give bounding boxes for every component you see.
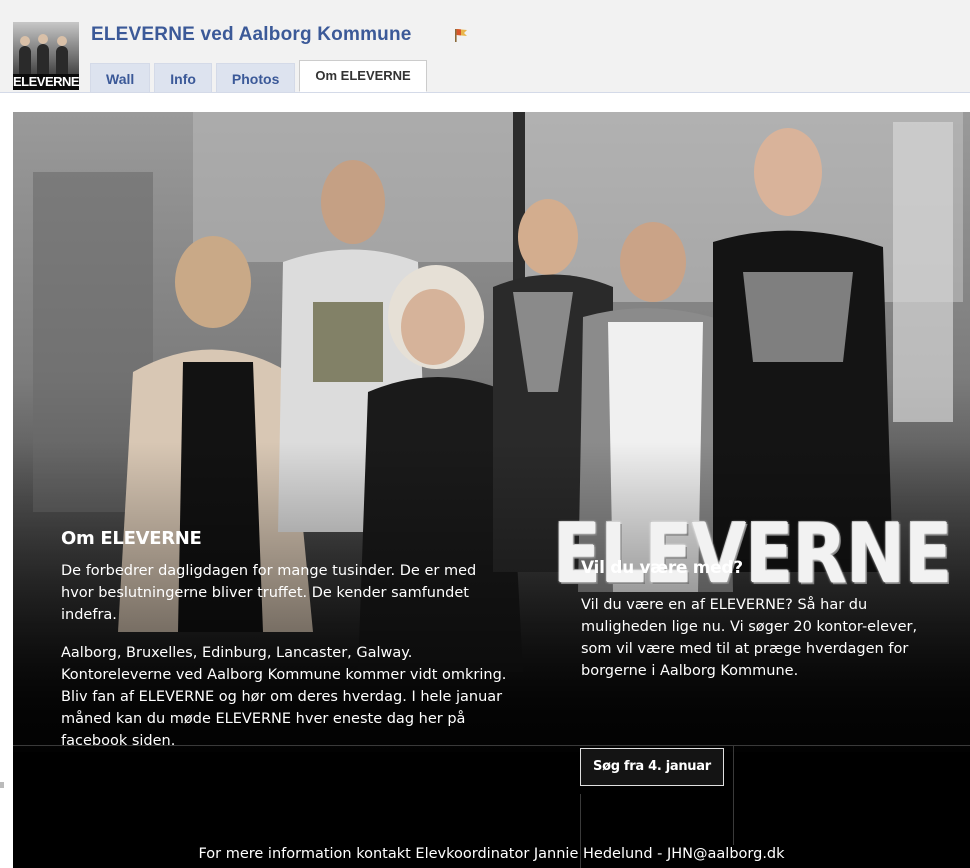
join-title: Vil du være med?	[581, 558, 743, 578]
page-header: ELEVERNE ELEVERNE ved Aalborg Kommune Wa…	[0, 0, 970, 93]
profile-figure	[19, 36, 31, 76]
facebook-page: ELEVERNE ELEVERNE ved Aalborg Kommune Wa…	[0, 0, 970, 868]
page-tabs: Wall Info Photos Om ELEVERNE	[90, 60, 431, 92]
contact-info[interactable]: For mere information kontakt Elevkoordin…	[13, 846, 970, 862]
profile-figure	[56, 36, 68, 76]
join-text: Vil du være en af ELEVERNE? Så har du mu…	[581, 597, 918, 679]
group-photo	[13, 112, 970, 868]
divider-line	[13, 745, 970, 746]
about-paragraph-2: Aalborg, Bruxelles, Edinburg, Lancaster,…	[61, 645, 507, 749]
tab-photos[interactable]: Photos	[215, 63, 296, 92]
tab-info[interactable]: Info	[154, 63, 212, 92]
edge-marker	[0, 782, 4, 788]
page-title[interactable]: ELEVERNE ved Aalborg Kommune	[91, 22, 412, 48]
profile-picture[interactable]: ELEVERNE	[13, 22, 79, 90]
tab-om-eleverne[interactable]: Om ELEVERNE	[299, 60, 427, 92]
about-paragraph-1: De forbedrer dagligdagen for mange tusin…	[61, 563, 477, 623]
divider-line	[733, 745, 734, 845]
profile-logo-text: ELEVERNE	[13, 74, 79, 90]
eleverne-logo: ELEVERNE	[553, 507, 953, 602]
flag-icon[interactable]	[452, 26, 470, 44]
tab-wall[interactable]: Wall	[90, 63, 151, 92]
profile-figure	[37, 34, 49, 74]
about-title: Om ELEVERNE	[61, 528, 202, 549]
apply-button[interactable]: Søg fra 4. januar	[580, 748, 724, 786]
om-eleverne-banner: ELEVERNE Om ELEVERNE De forbedrer daglig…	[13, 112, 970, 868]
